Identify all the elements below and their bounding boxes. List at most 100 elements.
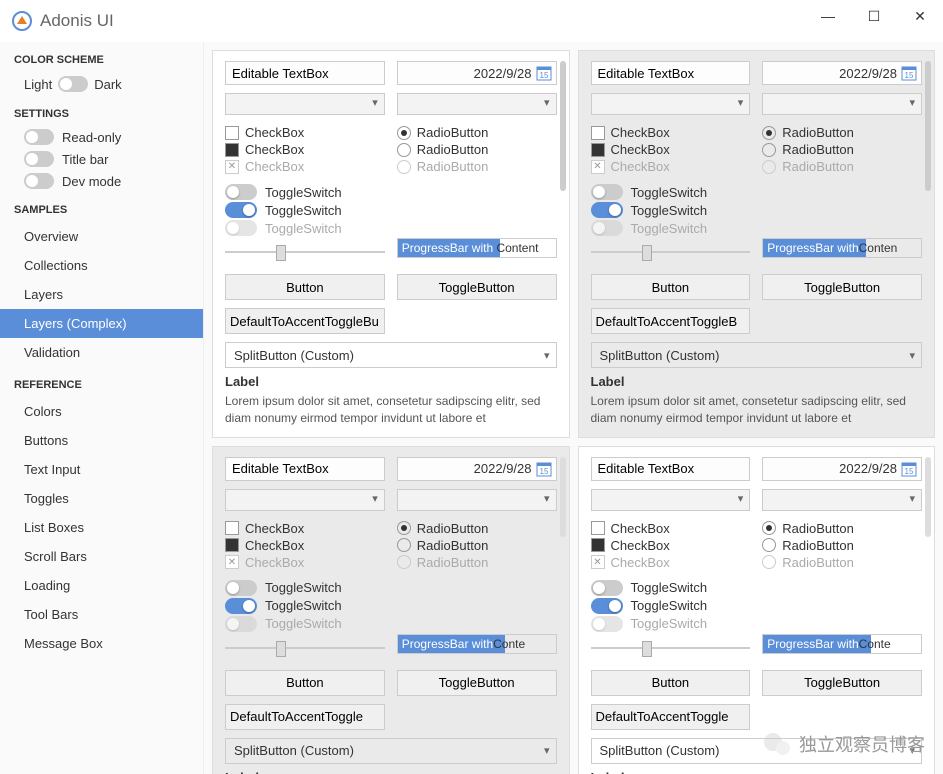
sidebar-item-tool-bars[interactable]: Tool Bars xyxy=(0,600,203,629)
sidebar: COLOR SCHEME Light Dark SETTINGS Read-on… xyxy=(0,42,204,774)
toggle-on[interactable] xyxy=(225,202,257,218)
readonly-toggle[interactable] xyxy=(24,129,54,145)
label-heading: Label xyxy=(225,374,557,389)
button[interactable]: Button xyxy=(225,670,385,696)
button[interactable]: Button xyxy=(591,670,751,696)
slider[interactable] xyxy=(591,638,751,658)
panel-scrollbar[interactable] xyxy=(560,61,566,191)
slider[interactable] xyxy=(591,242,751,262)
label-heading: Label xyxy=(591,770,923,774)
button[interactable]: Button xyxy=(225,274,385,300)
toggle-on[interactable] xyxy=(591,202,623,218)
date-picker[interactable]: 2022/9/2815 xyxy=(762,61,922,85)
split-button[interactable]: SplitButton (Custom) xyxy=(591,342,923,368)
checkbox-unchecked[interactable] xyxy=(591,521,605,535)
sidebar-item-layers-complex[interactable]: Layers (Complex) xyxy=(0,309,203,338)
sidebar-item-message-box[interactable]: Message Box xyxy=(0,629,203,658)
demo-panel-4: 2022/9/2815 CheckBox ■CheckBox ✕CheckBox… xyxy=(578,446,936,774)
default-accent-toggle-button[interactable]: DefaultToAccentToggleBu xyxy=(225,308,385,334)
panel-scrollbar[interactable] xyxy=(925,457,931,537)
split-button[interactable]: SplitButton (Custom) xyxy=(225,342,557,368)
sidebar-item-toggles[interactable]: Toggles xyxy=(0,484,203,513)
combo-box-2[interactable] xyxy=(397,489,557,511)
titlebar-toggle[interactable] xyxy=(24,151,54,167)
demo-panel-1: 2022/9/2815 CheckBox ■CheckBox ✕CheckBox… xyxy=(212,50,570,438)
sidebar-item-colors[interactable]: Colors xyxy=(0,397,203,426)
radio-unchecked[interactable] xyxy=(762,143,776,157)
default-accent-toggle-button[interactable]: DefaultToAccentToggleB xyxy=(591,308,751,334)
checkbox-unchecked[interactable] xyxy=(225,126,239,140)
combo-box-1[interactable] xyxy=(225,93,385,115)
checkbox-disabled: ✕ xyxy=(225,555,239,569)
sidebar-item-text-input[interactable]: Text Input xyxy=(0,455,203,484)
combo-box-1[interactable] xyxy=(591,489,751,511)
editable-textbox[interactable] xyxy=(225,61,385,85)
radio-checked[interactable] xyxy=(762,126,776,140)
default-accent-toggle-button[interactable]: DefaultToAccentToggle xyxy=(591,704,751,730)
radio-checked[interactable] xyxy=(397,521,411,535)
toggle-off[interactable] xyxy=(225,580,257,596)
sidebar-item-overview[interactable]: Overview xyxy=(0,222,203,251)
toggle-on[interactable] xyxy=(591,598,623,614)
sidebar-item-collections[interactable]: Collections xyxy=(0,251,203,280)
editable-textbox[interactable] xyxy=(591,61,751,85)
toggle-button[interactable]: ToggleButton xyxy=(762,274,922,300)
toggle-off[interactable] xyxy=(225,184,257,200)
checkbox-checked[interactable]: ■ xyxy=(591,538,605,552)
toggle-button[interactable]: ToggleButton xyxy=(762,670,922,696)
radio-label: RadioButton xyxy=(417,159,489,174)
toggle-on[interactable] xyxy=(225,598,257,614)
checkbox-checked[interactable]: ■ xyxy=(591,143,605,157)
checkbox-disabled: ✕ xyxy=(225,160,239,174)
combo-box-1[interactable] xyxy=(591,93,751,115)
toggle-off[interactable] xyxy=(591,184,623,200)
panel-scrollbar[interactable] xyxy=(925,61,931,191)
toggle-button[interactable]: ToggleButton xyxy=(397,670,557,696)
checkbox-unchecked[interactable] xyxy=(591,126,605,140)
sidebar-item-scroll-bars[interactable]: Scroll Bars xyxy=(0,542,203,571)
combo-box-1[interactable] xyxy=(225,489,385,511)
slider[interactable] xyxy=(225,242,385,262)
progress-bar: ProgressBar withConte xyxy=(397,634,557,654)
sidebar-item-validation[interactable]: Validation xyxy=(0,338,203,367)
date-picker[interactable]: 2022/9/2815 xyxy=(397,61,557,85)
checkbox-unchecked[interactable] xyxy=(225,521,239,535)
toggle-off[interactable] xyxy=(591,580,623,596)
checkbox-checked[interactable]: ■ xyxy=(225,538,239,552)
combo-box-2[interactable] xyxy=(762,489,922,511)
radio-unchecked[interactable] xyxy=(397,538,411,552)
radio-checked[interactable] xyxy=(397,126,411,140)
radio-checked[interactable] xyxy=(762,521,776,535)
devmode-toggle[interactable] xyxy=(24,173,54,189)
split-button[interactable]: SplitButton (Custom) xyxy=(225,738,557,764)
split-button[interactable]: SplitButton (Custom) xyxy=(591,738,923,764)
radio-label: RadioButton xyxy=(417,125,489,140)
sidebar-item-buttons[interactable]: Buttons xyxy=(0,426,203,455)
window-buttons: — ☐ ✕ xyxy=(805,0,943,32)
sidebar-item-list-boxes[interactable]: List Boxes xyxy=(0,513,203,542)
sidebar-item-layers[interactable]: Layers xyxy=(0,280,203,309)
editable-textbox[interactable] xyxy=(591,457,751,481)
combo-box-2[interactable] xyxy=(397,93,557,115)
minimize-button[interactable]: — xyxy=(805,0,851,32)
close-button[interactable]: ✕ xyxy=(897,0,943,32)
sidebar-item-loading[interactable]: Loading xyxy=(0,571,203,600)
button[interactable]: Button xyxy=(591,274,751,300)
toggle-button[interactable]: ToggleButton xyxy=(397,274,557,300)
date-picker[interactable]: 2022/9/2815 xyxy=(397,457,557,481)
radio-unchecked[interactable] xyxy=(397,143,411,157)
svg-text:15: 15 xyxy=(539,467,548,476)
default-accent-toggle-button[interactable]: DefaultToAccentToggle xyxy=(225,704,385,730)
combo-box-2[interactable] xyxy=(762,93,922,115)
app-logo-icon xyxy=(12,11,32,31)
slider[interactable] xyxy=(225,638,385,658)
panel-scrollbar[interactable] xyxy=(560,457,566,537)
calendar-icon: 15 xyxy=(536,65,552,81)
lorem-text: Lorem ipsum dolor sit amet, consetetur s… xyxy=(591,393,923,427)
editable-textbox[interactable] xyxy=(225,457,385,481)
date-picker[interactable]: 2022/9/2815 xyxy=(762,457,922,481)
radio-unchecked[interactable] xyxy=(762,538,776,552)
color-scheme-toggle[interactable] xyxy=(58,76,88,92)
maximize-button[interactable]: ☐ xyxy=(851,0,897,32)
checkbox-checked[interactable]: ■ xyxy=(225,143,239,157)
